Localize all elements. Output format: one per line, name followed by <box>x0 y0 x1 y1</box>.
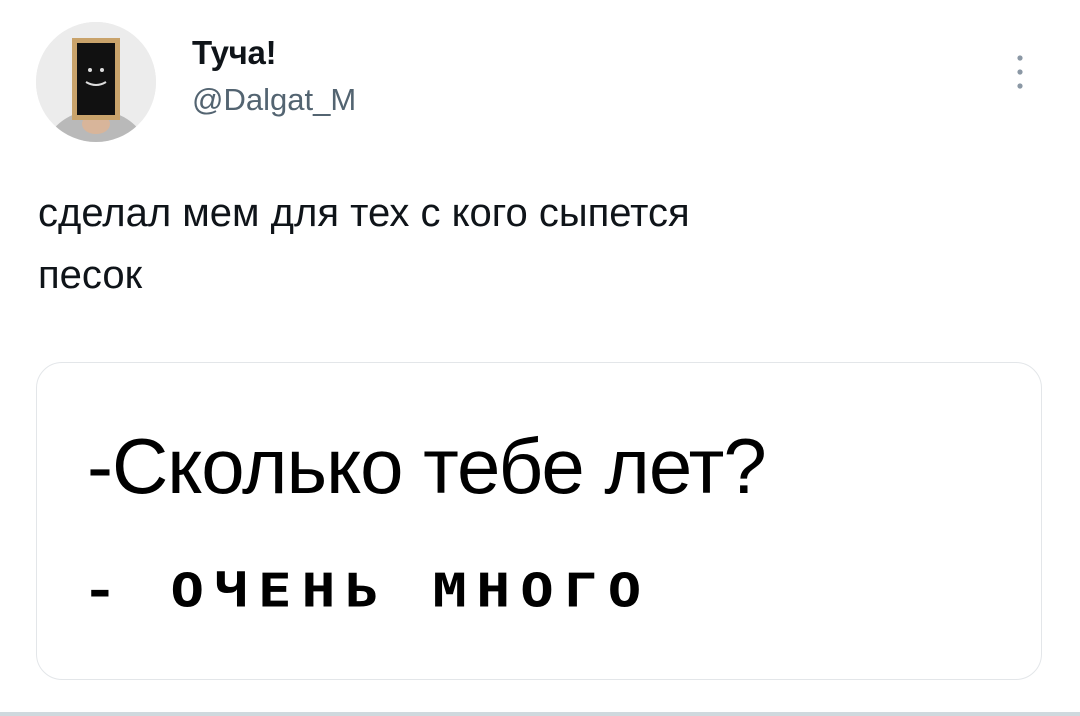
tweet-text-line: песок <box>38 253 143 297</box>
avatar-image <box>36 22 156 142</box>
media-card[interactable]: -Сколько тебе лет? - ОЧЕНЬ МНОГО <box>36 362 1042 680</box>
avatar[interactable] <box>36 22 156 142</box>
handle[interactable]: @Dalgat_M <box>192 84 356 115</box>
display-name[interactable]: Туча! <box>192 36 277 69</box>
divider <box>0 712 1080 716</box>
tweet-text: сделал мем для тех с кого сыпется песок <box>38 182 998 306</box>
more-options-button[interactable] <box>1008 50 1032 94</box>
tweet-text-line: сделал мем для тех с кого сыпется <box>38 191 690 235</box>
meme-question-text: -Сколько тебе лет? <box>87 422 767 510</box>
meme-answer-text: - ОЧЕНЬ МНОГО <box>83 564 652 619</box>
more-vertical-icon <box>1017 55 1023 89</box>
